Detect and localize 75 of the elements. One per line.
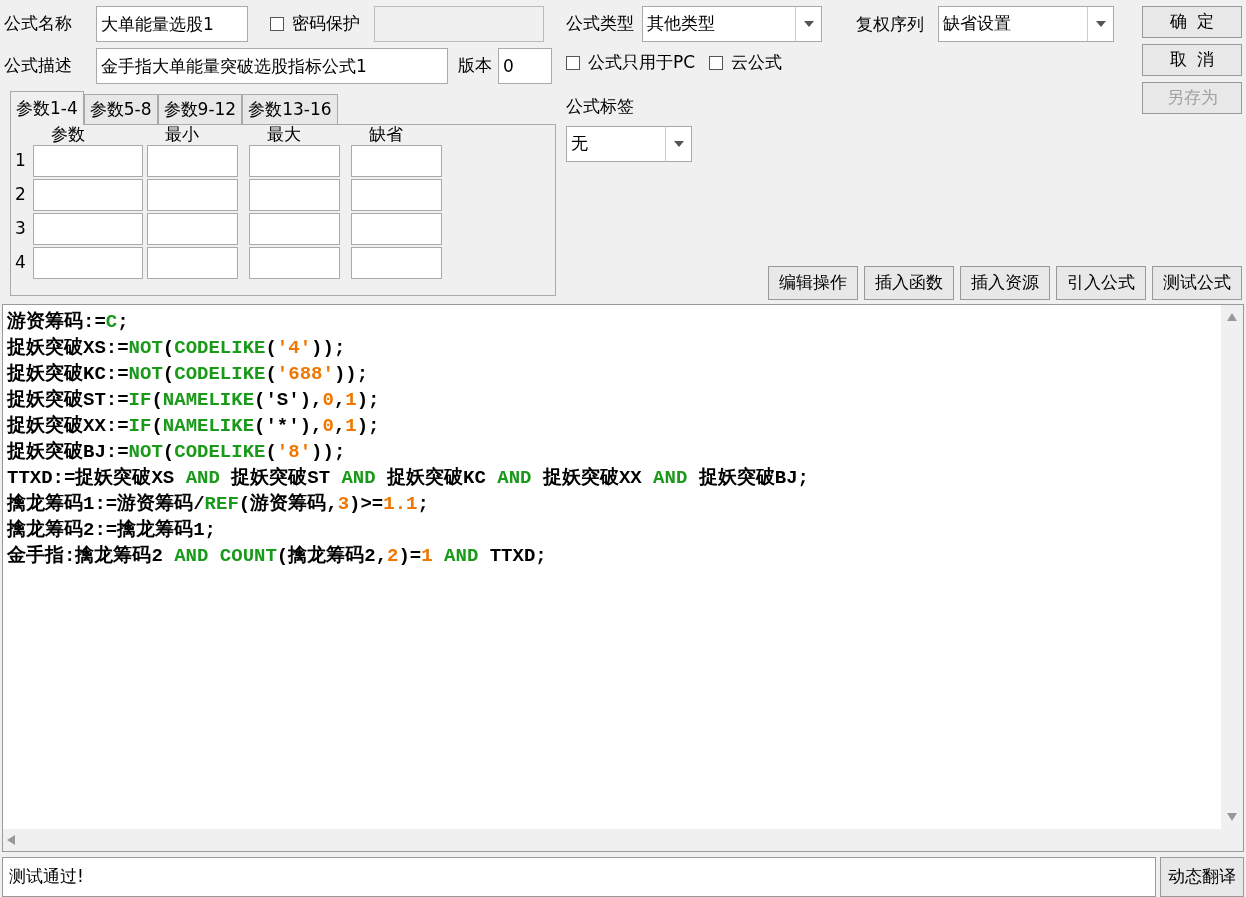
- code-line: 捉妖突破XS:=NOT(CODELIKE('4'));: [7, 335, 346, 361]
- code-line: 擒龙筹码1:=游资筹码/REF(游资筹码,3)>=1.1;: [7, 492, 429, 517]
- checkbox-label: 密码保护: [292, 12, 360, 36]
- dropdown-arrow-icon: [673, 140, 684, 147]
- toolbar-button[interactable]: 插入资源: [960, 266, 1050, 300]
- translate-button[interactable]: 动态翻译: [1160, 857, 1244, 897]
- tag-dropdown[interactable]: 无: [566, 125, 692, 162]
- field-label: 公式描述: [4, 54, 73, 78]
- scroll-up-icon[interactable]: [1227, 313, 1237, 321]
- tab[interactable]: 参数9-12: [157, 94, 243, 124]
- input-field[interactable]: [147, 179, 238, 211]
- type-dropdown[interactable]: 其他类型: [642, 6, 822, 42]
- code-line: 捉妖突破XX:=IF(NAMELIKE('*'),0,1);: [7, 413, 380, 439]
- dialog-button[interactable]: 确 定: [1142, 6, 1242, 38]
- column-header: 缺省: [368, 125, 404, 143]
- tab[interactable]: 参数13-16: [242, 94, 338, 124]
- input-field[interactable]: [351, 247, 442, 279]
- row-number: 3: [15, 217, 27, 241]
- checkbox[interactable]: [709, 56, 724, 70]
- input-field[interactable]: [249, 179, 340, 211]
- code-line: 捉妖突破ST:=IF(NAMELIKE('S'),0,1);: [7, 387, 380, 413]
- scroll-left-icon[interactable]: [7, 835, 15, 845]
- input-field[interactable]: [33, 213, 143, 245]
- toolbar-button[interactable]: 编辑操作: [768, 266, 858, 300]
- input-field[interactable]: 金手指大单能量突破选股指标公式1: [96, 48, 448, 84]
- dropdown-arrow-icon: [1095, 21, 1106, 27]
- field-label: 公式名称: [4, 12, 73, 36]
- tab[interactable]: 参数1-4: [10, 91, 84, 125]
- input-field[interactable]: [147, 145, 238, 177]
- code-line: 游资筹码:=C;: [7, 310, 129, 335]
- code-line: 捉妖突破KC:=NOT(CODELIKE('688'));: [7, 361, 369, 387]
- input-field[interactable]: [351, 179, 442, 211]
- code-line: 金手指:擒龙筹码2 AND COUNT(擒龙筹码2,2)=1 AND TTXD;: [7, 543, 547, 569]
- input-field[interactable]: [147, 247, 238, 279]
- input-field[interactable]: [147, 213, 238, 245]
- input-field[interactable]: [33, 247, 143, 279]
- column-header: 最大: [266, 125, 302, 143]
- field-label: 公式类型: [566, 12, 634, 36]
- code-line: 捉妖突破BJ:=NOT(CODELIKE('8'));: [7, 439, 346, 465]
- tab[interactable]: 参数5-8: [83, 94, 158, 124]
- input-field[interactable]: [249, 145, 340, 177]
- field-label: 复权序列: [856, 13, 924, 36]
- column-header: 最小: [164, 125, 200, 143]
- toolbar-button[interactable]: 引入公式: [1056, 266, 1146, 300]
- input-field[interactable]: [351, 213, 442, 245]
- field-label: 版本: [458, 54, 492, 78]
- checkbox[interactable]: [270, 17, 284, 31]
- column-header: 参数: [50, 125, 86, 143]
- input-field[interactable]: [351, 145, 442, 177]
- dropdown-arrow-icon: [803, 21, 814, 27]
- code-line: 擒龙筹码2:=擒龙筹码1;: [7, 518, 216, 543]
- input-field[interactable]: [249, 213, 340, 245]
- row-number: 2: [15, 183, 27, 207]
- toolbar-button[interactable]: 测试公式: [1152, 266, 1242, 300]
- checkbox-label: 公式只用于PC: [588, 51, 696, 75]
- input-field[interactable]: 大单能量选股1: [96, 6, 248, 42]
- horizontal-scrollbar[interactable]: [3, 829, 1221, 851]
- input-field[interactable]: [249, 247, 340, 279]
- checkbox[interactable]: [566, 56, 580, 70]
- row-number: 4: [15, 251, 27, 275]
- toolbar-button[interactable]: 插入函数: [864, 266, 954, 300]
- code-editor[interactable]: [2, 304, 1244, 852]
- field-label: 公式标签: [566, 95, 635, 118]
- rights-dropdown[interactable]: 缺省设置: [938, 6, 1114, 42]
- dialog-button[interactable]: 取 消: [1142, 44, 1242, 76]
- status-text: 测试通过!: [9, 865, 84, 889]
- input-field[interactable]: [33, 179, 143, 211]
- vertical-scrollbar[interactable]: [1221, 305, 1243, 851]
- row-number: 1: [15, 149, 27, 173]
- input-field[interactable]: [33, 145, 143, 177]
- input-field[interactable]: 0: [498, 48, 552, 84]
- checkbox-label: 云公式: [731, 51, 783, 75]
- input-field[interactable]: [374, 6, 544, 42]
- code-line: TTXD:=捉妖突破XS AND 捉妖突破ST AND 捉妖突破KC AND 捉妖突破XX AND 捉妖突破BJ;: [7, 465, 809, 491]
- scroll-down-icon[interactable]: [1227, 813, 1237, 821]
